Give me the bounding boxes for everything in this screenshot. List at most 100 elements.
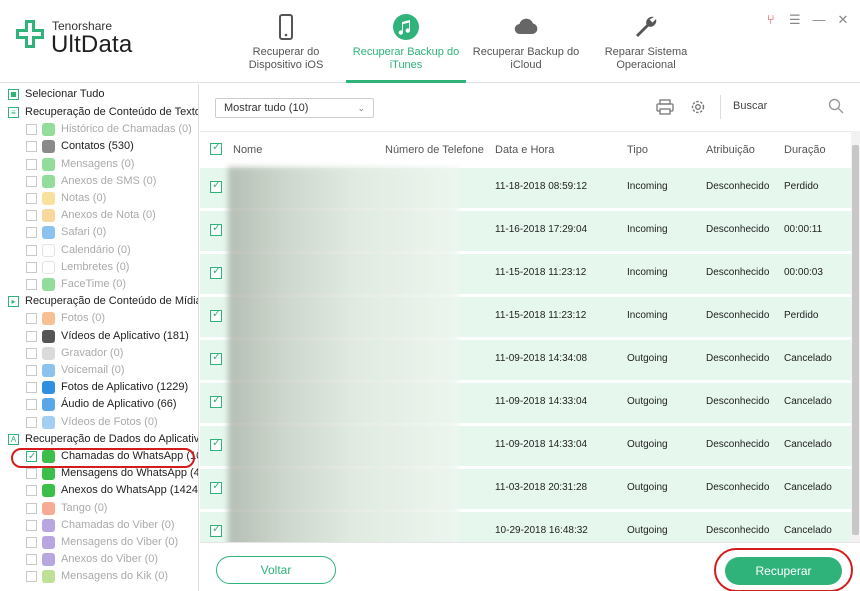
column-header-duration[interactable]: Duração [784,144,826,156]
media-content-icon[interactable]: ▸ [8,296,19,308]
sidebar-item[interactable]: Anexos de Nota (0) [0,207,198,224]
section-header-2[interactable]: A Recuperação de Dados do Aplicativo [0,431,198,448]
row-checkbox[interactable] [210,178,222,193]
sidebar-item[interactable]: Notas (0) [0,190,198,207]
facetime-icon [42,278,55,291]
nav-recover-icloud-backup[interactable]: Recuperar Backup do iCloud [466,0,586,83]
item-checkbox[interactable] [26,313,37,325]
item-checkbox[interactable] [26,261,37,273]
photos-icon [42,312,55,326]
sidebar-item[interactable]: Safari (0) [0,224,198,241]
item-checkbox[interactable] [26,158,37,170]
item-checkbox[interactable] [26,347,37,359]
item-checkbox[interactable] [26,141,37,153]
cell-type: Incoming [627,310,668,321]
close-icon[interactable]: ✕ [836,12,850,28]
text-content-icon[interactable]: ≡ [8,107,19,118]
item-checkbox[interactable] [26,330,37,342]
sidebar-item[interactable]: Mensagens do Kik (0) [0,568,198,585]
search-icon[interactable] [828,98,844,114]
row-checkbox[interactable] [210,307,222,322]
nav-recover-itunes-backup[interactable]: Recuperar Backup do iTunes [346,0,466,83]
item-checkbox[interactable] [26,537,37,548]
sidebar-item[interactable]: Mensagens do Viber (0) [0,534,198,551]
row-checkbox[interactable] [210,221,222,236]
item-checkbox[interactable] [26,175,37,187]
back-button[interactable]: Voltar [216,556,336,584]
cell-type: Incoming [627,224,668,235]
item-checkbox[interactable] [26,554,37,566]
print-icon[interactable] [656,99,674,115]
row-checkbox[interactable] [210,522,222,537]
cell-attribution: Desconhecido [706,525,770,536]
scrollbar-thumb[interactable] [852,145,859,535]
item-checkbox[interactable] [26,571,37,583]
cart-icon[interactable]: ⑂ [764,12,778,28]
sidebar-item[interactable]: Contatos (530) [0,138,198,155]
sidebar-item-label: Calendário (0) [61,243,131,256]
sidebar-item[interactable]: Histórico de Chamadas (0) [0,121,198,138]
column-header-attribution[interactable]: Atribuição [706,144,755,156]
item-checkbox[interactable] [26,210,37,222]
menu-icon[interactable]: ☰ [788,12,802,28]
sidebar-item[interactable]: Anexos do Viber (0) [0,551,198,568]
column-header-type[interactable]: Tipo [627,144,648,156]
item-checkbox[interactable] [26,382,37,394]
sidebar-item[interactable]: Anexos do WhatsApp (1424) [0,482,198,499]
sidebar-item[interactable]: Calendário (0) [0,242,198,259]
item-checkbox[interactable] [26,519,37,531]
item-checkbox[interactable] [26,485,37,497]
sidebar-item[interactable]: Áudio de Aplicativo (66) [0,396,198,413]
item-checkbox[interactable] [26,193,37,204]
sidebar-item[interactable]: Fotos de Aplicativo (1229) [0,379,198,396]
row-checkbox[interactable] [210,264,222,279]
column-header-datetime[interactable]: Data e Hora [495,144,554,156]
cell-datetime: 10-29-2018 16:48:32 [495,525,588,536]
header-select-all-checkbox[interactable] [210,140,222,155]
search-input[interactable]: Buscar [733,100,767,112]
section-header-0[interactable]: ≡ Recuperação de Conteúdo de Texto [0,104,198,121]
sidebar-item[interactable]: Anexos de SMS (0) [0,173,198,190]
sidebar-item[interactable]: Mensagens (0) [0,156,198,173]
sidebar-item[interactable]: Chamadas do Viber (0) [0,517,198,534]
nav-label: Reparar Sistema Operacional [604,46,688,71]
calendar-icon [42,243,55,257]
active-tab-indicator [346,80,466,83]
table-scrollbar[interactable] [851,131,860,542]
column-header-phone[interactable]: Número de Telefone [385,144,484,156]
row-checkbox[interactable] [210,350,222,365]
gear-icon[interactable] [689,98,707,116]
sidebar-item-label: Mensagens do Kik (0) [61,570,168,583]
app-data-icon[interactable]: A [8,433,19,445]
item-checkbox[interactable] [26,124,37,136]
item-checkbox[interactable] [26,399,37,411]
section-header-1[interactable]: ▸ Recuperação de Conteúdo de Mídia [0,293,198,310]
row-checkbox[interactable] [210,479,222,494]
item-checkbox[interactable] [26,365,37,376]
sidebar-item-label: Safari (0) [61,226,107,239]
select-all-checkbox[interactable] [8,89,19,100]
item-checkbox[interactable] [26,227,37,239]
select-all-row[interactable]: Selecionar Tudo [0,86,198,103]
sidebar-item[interactable]: Gravador (0) [0,345,198,362]
sidebar-item[interactable]: Vídeos de Aplicativo (181) [0,328,198,345]
item-checkbox[interactable] [26,502,37,514]
sidebar-item[interactable]: Vídeos de Fotos (0) [0,414,198,431]
filter-dropdown[interactable]: Mostrar tudo (10) ⌄ [215,98,374,118]
sidebar-item[interactable]: Fotos (0) [0,310,198,327]
item-checkbox[interactable] [26,416,37,428]
nav-repair-os[interactable]: Reparar Sistema Operacional [586,0,706,83]
cell-type: Incoming [627,267,668,278]
item-checkbox[interactable] [26,279,37,290]
item-checkbox[interactable] [26,244,37,256]
sidebar-item[interactable]: Tango (0) [0,500,198,517]
sidebar-item[interactable]: FaceTime (0) [0,276,198,293]
sidebar-item[interactable]: Lembretes (0) [0,259,198,276]
row-checkbox[interactable] [210,436,222,451]
nav-recover-from-ios-device[interactable]: Recuperar do Dispositivo iOS [226,0,346,83]
sidebar-item[interactable]: Voicemail (0) [0,362,198,379]
item-checkbox[interactable] [26,468,37,480]
minimize-icon[interactable]: — [812,12,826,28]
row-checkbox[interactable] [210,393,222,408]
column-header-name[interactable]: Nome [233,144,262,156]
